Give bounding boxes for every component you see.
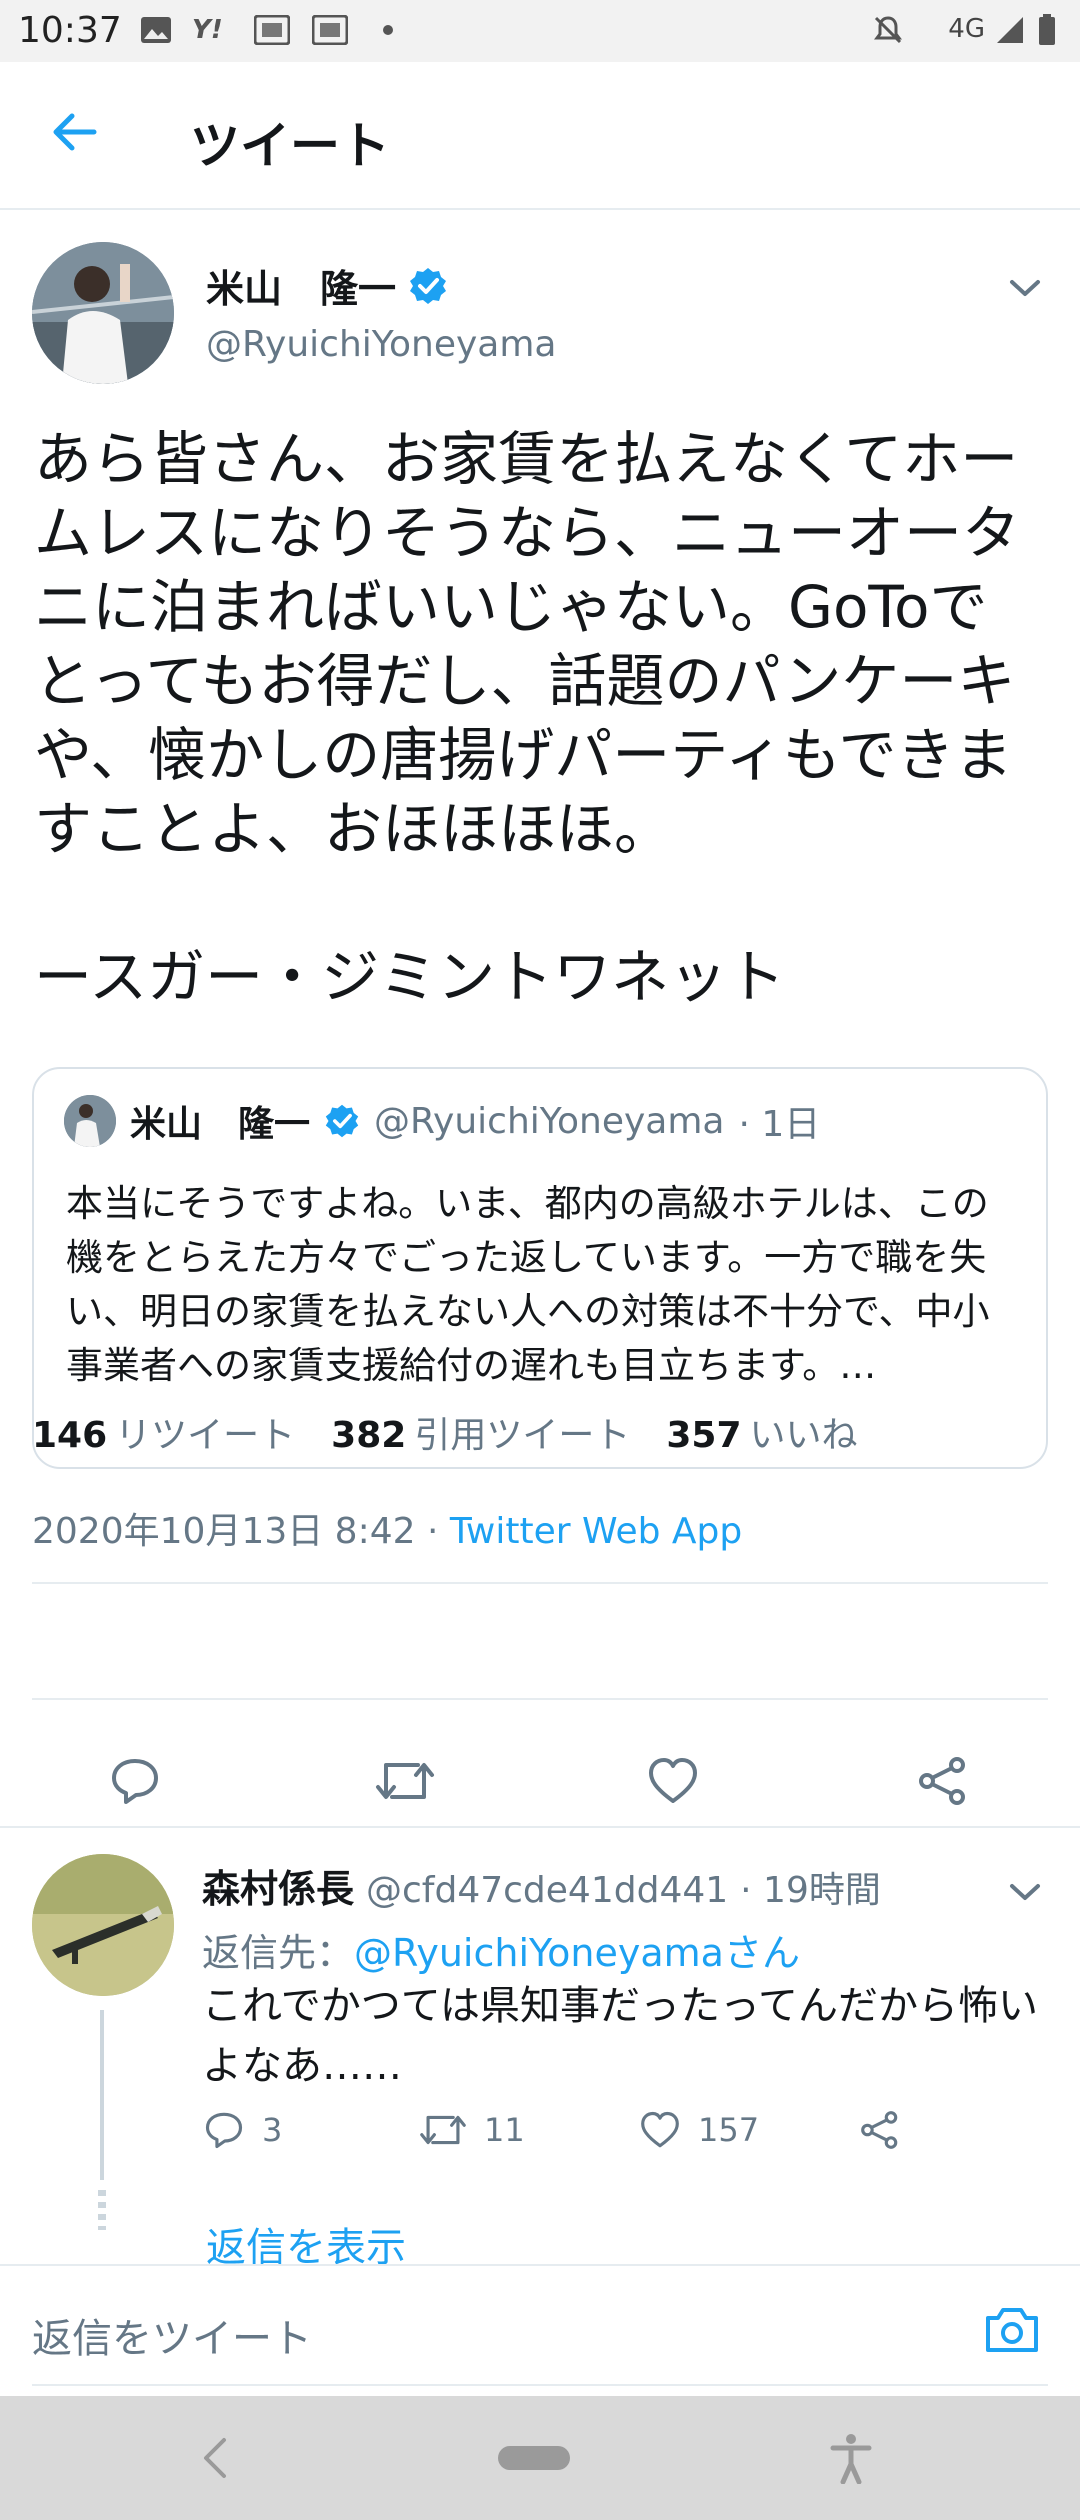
battery-icon <box>1038 14 1056 46</box>
quote-time: · 1日 <box>738 1104 821 1145</box>
author-name-row[interactable]: 米山 隆一 <box>206 258 448 313</box>
retweets-stat[interactable]: 146 リツイート <box>32 1406 295 1458</box>
quotes-count: 382 <box>331 1415 407 1456</box>
nav-accessibility-button[interactable] <box>826 2426 876 2490</box>
camera-icon <box>986 2308 1038 2352</box>
quotes-stat[interactable]: 382 引用ツイート <box>331 1406 630 1458</box>
tweet-text: あら皆さん、お家賃を払えなくてホームレスになりそうなら、ニューオータニに泊まれば… <box>34 425 1021 1011</box>
quote-avatar <box>64 1095 116 1147</box>
quote-header: 米山 隆一 @RyuichiYoneyama · 1日 <box>64 1095 820 1147</box>
status-time: 10:37 <box>18 10 122 51</box>
reply-author-name[interactable]: 森村係長 <box>202 1858 354 1913</box>
reply-avatar[interactable] <box>32 1854 174 1996</box>
author-handle[interactable]: @RyuichiYoneyama <box>206 324 556 365</box>
signal-icon <box>995 14 1027 46</box>
chevron-left-icon <box>204 2438 226 2478</box>
chevron-down-icon <box>1010 280 1040 296</box>
reply-menu-button[interactable] <box>1000 1866 1050 1916</box>
back-button[interactable] <box>44 102 104 162</box>
reply-text: これでかつては県知事だったってんだから怖いよなあ…… <box>202 1983 1038 2089</box>
quote-author-handle: @RyuichiYoneyama <box>374 1100 725 1142</box>
reply-share-button[interactable] <box>858 2108 902 2152</box>
divider <box>32 1582 1048 1584</box>
compose-underline <box>32 2384 1048 2386</box>
share-icon <box>919 1757 965 1805</box>
reply-to-user-link[interactable]: @RyuichiYoneyamaさん <box>354 1931 800 1975</box>
reply-time: · 19時間 <box>740 1870 881 1911</box>
reply-actions: 3 11 157 <box>202 2108 962 2178</box>
tweet-menu-button[interactable] <box>1000 262 1050 312</box>
image-icon <box>140 14 172 46</box>
divider <box>32 1698 1048 1700</box>
quote-text: 本当にそうですよね。いま、都内の高級ホテルは、この機をとらえた方々でごった返して… <box>66 1182 990 1387</box>
reply-author-handle[interactable]: @cfd47cde41dd441 <box>366 1870 728 1911</box>
reply-compose-bar: 返信をツイート <box>0 2264 1080 2394</box>
home-pill-icon <box>498 2446 570 2470</box>
reply-retweet-count: 11 <box>484 2111 525 2149</box>
likes-label: いいね <box>749 1415 858 1456</box>
status-bar: 10:37 Y! 4G <box>0 0 1080 62</box>
reply-icon <box>205 2112 243 2149</box>
thread-line <box>100 2010 104 2180</box>
nav-back-button[interactable] <box>190 2426 240 2490</box>
reply-compose-input[interactable]: 返信をツイート <box>32 2306 312 2364</box>
tweet-source-link[interactable]: Twitter Web App <box>450 1511 742 1552</box>
reply-button[interactable] <box>100 1746 170 1816</box>
camera-button[interactable] <box>980 2298 1044 2362</box>
author-name: 米山 隆一 <box>206 267 397 311</box>
thread-dots <box>98 2190 106 2230</box>
heart-icon <box>649 1758 697 1803</box>
retweet-icon <box>376 1763 434 1799</box>
au-icon <box>254 14 290 46</box>
avatar[interactable] <box>32 242 174 384</box>
nav-home-button[interactable] <box>496 2426 572 2490</box>
divider <box>0 1826 1080 1828</box>
reply-to: 返信先：@RyuichiYoneyamaさん <box>202 1922 800 1977</box>
likes-count: 357 <box>666 1415 742 1456</box>
mute-icon <box>872 14 904 46</box>
retweets-label: リツイート <box>115 1415 296 1456</box>
system-nav-bar <box>0 2396 1080 2520</box>
reply-header: 森村係長 @cfd47cde41dd441 · 19時間 <box>202 1858 881 1913</box>
tweet-timestamp-row: 2020年10月13日 8:42 · Twitter Web App <box>32 1502 742 1554</box>
reply-to-label: 返信先： <box>202 1931 355 1975</box>
verified-badge-icon <box>410 267 447 304</box>
reply-like-button[interactable]: 157 <box>638 2108 759 2152</box>
retweets-count: 146 <box>32 1415 108 1456</box>
reply-like-count: 157 <box>698 2111 760 2149</box>
verified-badge-icon <box>325 1104 359 1138</box>
likes-stat[interactable]: 357 いいね <box>666 1406 857 1458</box>
reply-retweet-button[interactable]: 11 <box>418 2108 525 2152</box>
heart-icon <box>641 2111 679 2148</box>
au-icon <box>312 14 348 46</box>
share-button[interactable] <box>908 1746 978 1816</box>
reply-reply-count: 3 <box>262 2111 283 2149</box>
chevron-down-icon <box>1010 1884 1040 1900</box>
page-title: ツイート <box>190 117 390 175</box>
reply-reply-button[interactable]: 3 <box>202 2108 282 2152</box>
like-button[interactable] <box>638 1746 708 1816</box>
network-type: 4G <box>948 14 985 44</box>
reply-icon <box>112 1759 158 1804</box>
quotes-label: 引用ツイート <box>414 1415 631 1456</box>
quote-author-name: 米山 隆一 <box>130 1104 311 1145</box>
accessibility-icon <box>830 2434 872 2484</box>
dot-icon <box>382 14 394 46</box>
yahoo-icon: Y! <box>192 15 223 45</box>
back-arrow-icon <box>53 113 97 151</box>
share-icon <box>861 2111 898 2149</box>
tweet-actions <box>0 1728 1080 1828</box>
tweet-timestamp: 2020年10月13日 8:42 · <box>32 1511 450 1552</box>
app-header: ツイート <box>0 62 1080 210</box>
retweet-icon <box>420 2115 466 2145</box>
retweet-button[interactable] <box>370 1746 440 1816</box>
tweet-stats: 146 リツイート 382 引用ツイート 357 いいね <box>32 1406 858 1458</box>
